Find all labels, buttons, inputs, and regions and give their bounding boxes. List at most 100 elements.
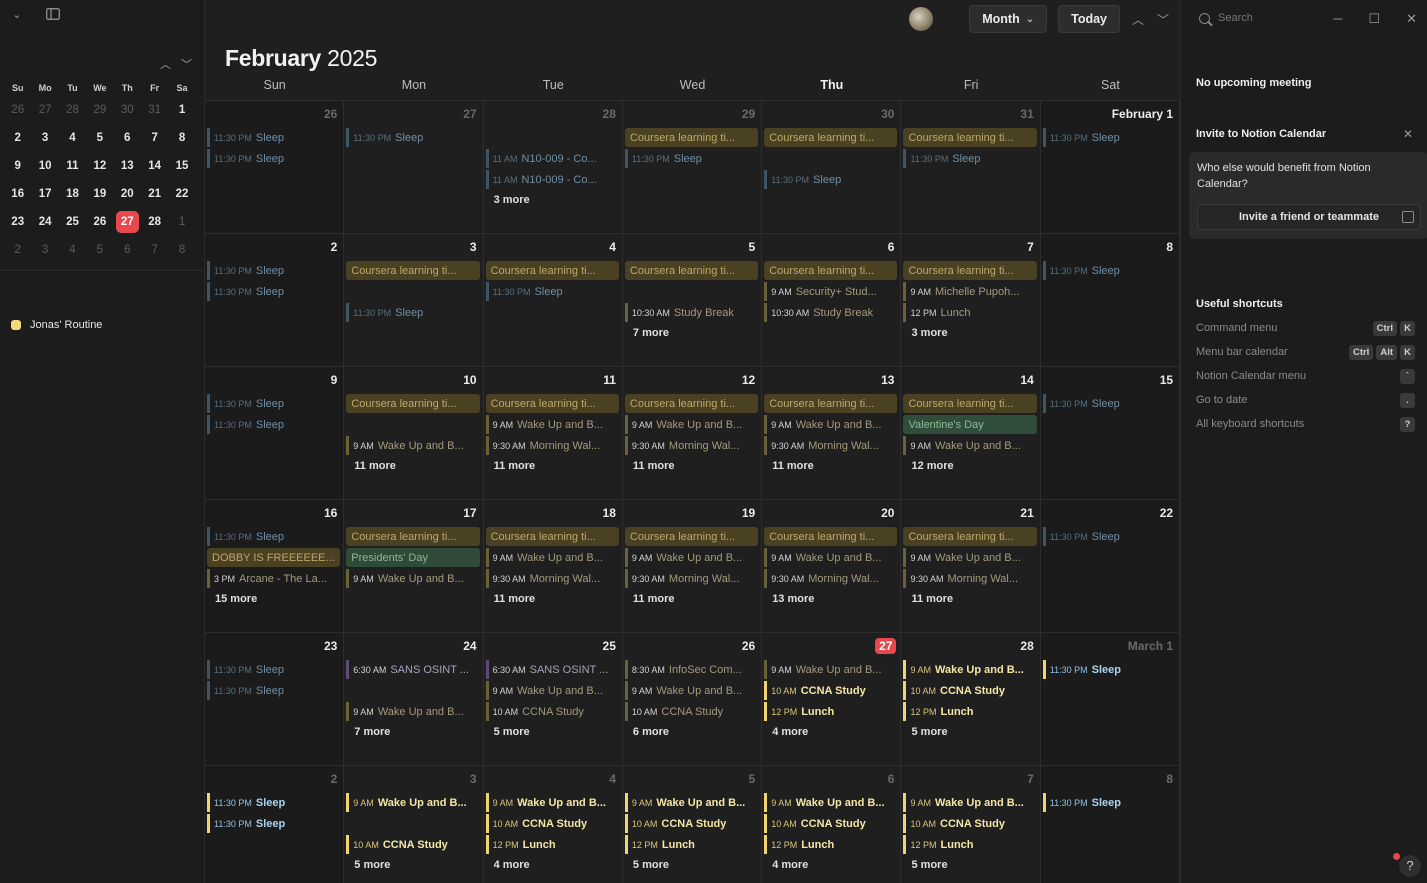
mini-day[interactable]: 3 — [31, 124, 58, 152]
mini-day[interactable]: 2 — [4, 236, 31, 264]
mini-day[interactable]: 17 — [31, 180, 58, 208]
day-cell[interactable]: 21 Coursera learning ti... 9 AM Wake Up and… — [901, 499, 1041, 632]
mini-day[interactable]: 28 — [59, 96, 86, 124]
calendar-event[interactable]: Valentine's Day — [903, 415, 1037, 434]
calendar-event[interactable]: 9 AM Wake Up and B... — [764, 660, 897, 679]
calendar-event[interactable]: 9 AM Wake Up and B... — [764, 415, 897, 434]
calendar-event[interactable]: 12 PM Lunch — [624, 835, 758, 854]
calendar-event[interactable]: 9 AM Wake Up and B... — [346, 436, 479, 455]
day-number[interactable]: February 1 — [1112, 107, 1173, 121]
day-cell[interactable]: 13 Coursera learning ti... 9 AM Wake Up and… — [762, 366, 902, 499]
mini-day[interactable]: 14 — [141, 152, 168, 180]
mini-day[interactable]: 10 — [31, 152, 58, 180]
day-cell[interactable]: 5 Coursera learning ti... 10:30 AM Study Br… — [622, 233, 763, 366]
today-button[interactable]: Today — [1058, 5, 1120, 33]
mini-day[interactable]: 20 — [114, 180, 141, 208]
day-cell[interactable]: 19 Coursera learning ti... 9 AM Wake Up and… — [622, 499, 763, 632]
calendar-event[interactable]: 11:30 PM Sleep — [1042, 793, 1176, 812]
calendar-event[interactable]: Coursera learning ti... — [624, 261, 759, 280]
minimize-icon[interactable]: ─ — [1333, 11, 1342, 27]
mini-day[interactable]: 28 — [141, 208, 168, 236]
day-number[interactable]: 21 — [1020, 506, 1033, 520]
calendar-event[interactable]: 11:30 PM Sleep — [207, 282, 340, 301]
mini-day[interactable]: 23 — [4, 208, 31, 236]
more-events-link[interactable]: 11 more — [625, 457, 758, 476]
calendar-event[interactable]: 9:30 AM Morning Wal... — [764, 569, 897, 588]
calendar-event[interactable]: 9:30 AM Morning Wal... — [903, 569, 1036, 588]
calendar-event[interactable]: 9:30 AM Morning Wal... — [624, 569, 758, 588]
calendar-event[interactable]: 9 AM Michelle Pupoh... — [903, 282, 1036, 301]
day-cell[interactable]: 16 11:30 PM Sleep DOBBY IS FREEEEEE... 3 PM A… — [205, 499, 345, 632]
calendar-event[interactable]: 3 PM Arcane - The La... — [207, 569, 340, 588]
calendar-event[interactable]: Coursera learning ti... — [346, 527, 480, 546]
search-input[interactable] — [1218, 12, 1298, 24]
mini-day[interactable]: 5 — [86, 124, 113, 152]
mini-day[interactable]: 25 — [59, 208, 86, 236]
mini-day[interactable]: 1 — [168, 96, 195, 124]
day-number[interactable]: 12 — [742, 373, 755, 387]
day-number[interactable]: March 1 — [1128, 639, 1173, 653]
calendar-event[interactable]: 11:30 PM Sleep — [346, 303, 479, 322]
more-events-link[interactable]: 5 more — [903, 723, 1036, 742]
calendar-event[interactable]: 10:30 AM Study Break — [764, 303, 897, 322]
more-events-link[interactable]: 5 more — [346, 856, 479, 875]
mini-day[interactable]: 15 — [168, 152, 195, 180]
more-events-link[interactable]: 5 more — [903, 856, 1036, 875]
invite-button[interactable]: Invite a friend or teammate — [1197, 204, 1421, 230]
calendar-event[interactable]: Coursera learning ti... — [346, 394, 480, 413]
calendar-event[interactable]: 9:30 AM Morning Wal... — [485, 569, 619, 588]
day-cell[interactable]: 30 Coursera learning ti... 11:30 PM Sleep — [762, 100, 902, 233]
calendar-event[interactable]: 11 AM N10-009 - Co... — [485, 170, 619, 189]
day-cell[interactable]: 24 6:30 AM SANS OSINT ... 9 AM Wake Up and B… — [344, 632, 484, 765]
mini-day[interactable]: 29 — [86, 96, 113, 124]
day-cell[interactable]: 3 Coursera learning ti... 11:30 PM Sleep — [344, 233, 484, 366]
mini-day[interactable]: 1 — [168, 208, 195, 236]
today-date-badge[interactable]: 27 — [875, 638, 897, 654]
day-number[interactable]: 22 — [1160, 506, 1173, 520]
calendar-event[interactable]: 6:30 AM SANS OSINT ... — [346, 660, 479, 679]
calendar-event[interactable]: 9 AM Wake Up and B... — [903, 436, 1036, 455]
calendar-event[interactable]: 9 AM Wake Up and B... — [485, 681, 619, 700]
calendar-event[interactable]: 11:30 PM Sleep — [1042, 660, 1176, 679]
calendar-event[interactable]: 12 PM Lunch — [903, 702, 1036, 721]
day-number[interactable]: 7 — [1027, 240, 1034, 254]
day-number[interactable]: 31 — [1020, 107, 1033, 121]
day-number[interactable]: 30 — [881, 107, 894, 121]
calendar-event[interactable]: 9 AM Wake Up and B... — [903, 660, 1036, 679]
day-cell[interactable]: 26 11:30 PM Sleep 11:30 PM Sleep — [205, 100, 345, 233]
day-number[interactable]: 13 — [881, 373, 894, 387]
more-events-link[interactable]: 11 more — [764, 457, 897, 476]
day-number[interactable]: 6 — [888, 772, 895, 786]
mini-day[interactable]: 6 — [114, 236, 141, 264]
calendar-event[interactable]: 9 AM Wake Up and B... — [624, 793, 758, 812]
day-number[interactable]: 29 — [742, 107, 755, 121]
calendar-event[interactable]: 9 AM Wake Up and B... — [903, 793, 1036, 812]
prev-month-icon[interactable]: ︿ — [1131, 11, 1145, 28]
calendar-event[interactable]: 9 AM Wake Up and B... — [346, 569, 479, 588]
day-cell[interactable]: 29 Coursera learning ti... 11:30 PM Sleep — [622, 100, 763, 233]
calendar-event[interactable]: 10 AM CCNA Study — [903, 681, 1036, 700]
more-events-link[interactable]: 11 more — [346, 457, 479, 476]
day-number[interactable]: 5 — [749, 240, 756, 254]
day-cell[interactable]: March 1 11:30 PM Sleep — [1040, 632, 1181, 765]
mini-day[interactable]: 27 — [31, 96, 58, 124]
calendar-event[interactable]: 11:30 PM Sleep — [764, 170, 897, 189]
more-events-link[interactable]: 13 more — [764, 590, 897, 609]
day-cell[interactable]: 2 11:30 PM Sleep 11:30 PM Sleep — [205, 765, 345, 883]
calendar-event[interactable]: 11:30 PM Sleep — [624, 149, 758, 168]
calendar-event[interactable]: 10 AM CCNA Study — [624, 702, 758, 721]
mini-day[interactable]: 31 — [141, 96, 168, 124]
day-cell[interactable]: 22 11:30 PM Sleep — [1040, 499, 1181, 632]
day-number[interactable]: 25 — [603, 639, 616, 653]
more-events-link[interactable]: 11 more — [903, 590, 1036, 609]
calendar-event[interactable]: Coursera learning ti... — [903, 394, 1037, 413]
mini-day[interactable]: 7 — [141, 236, 168, 264]
calendar-event[interactable]: Coursera learning ti... — [764, 261, 898, 280]
more-events-link[interactable]: 6 more — [625, 723, 758, 742]
day-number[interactable]: 8 — [1166, 240, 1173, 254]
calendar-event[interactable]: 11:30 PM Sleep — [207, 261, 340, 280]
calendar-event[interactable]: 11:30 PM Sleep — [207, 527, 340, 546]
calendar-event[interactable]: Coursera learning ti... — [764, 527, 898, 546]
day-number[interactable]: 28 — [1020, 639, 1033, 653]
shortcut-row[interactable]: Go to date. — [1196, 392, 1415, 408]
